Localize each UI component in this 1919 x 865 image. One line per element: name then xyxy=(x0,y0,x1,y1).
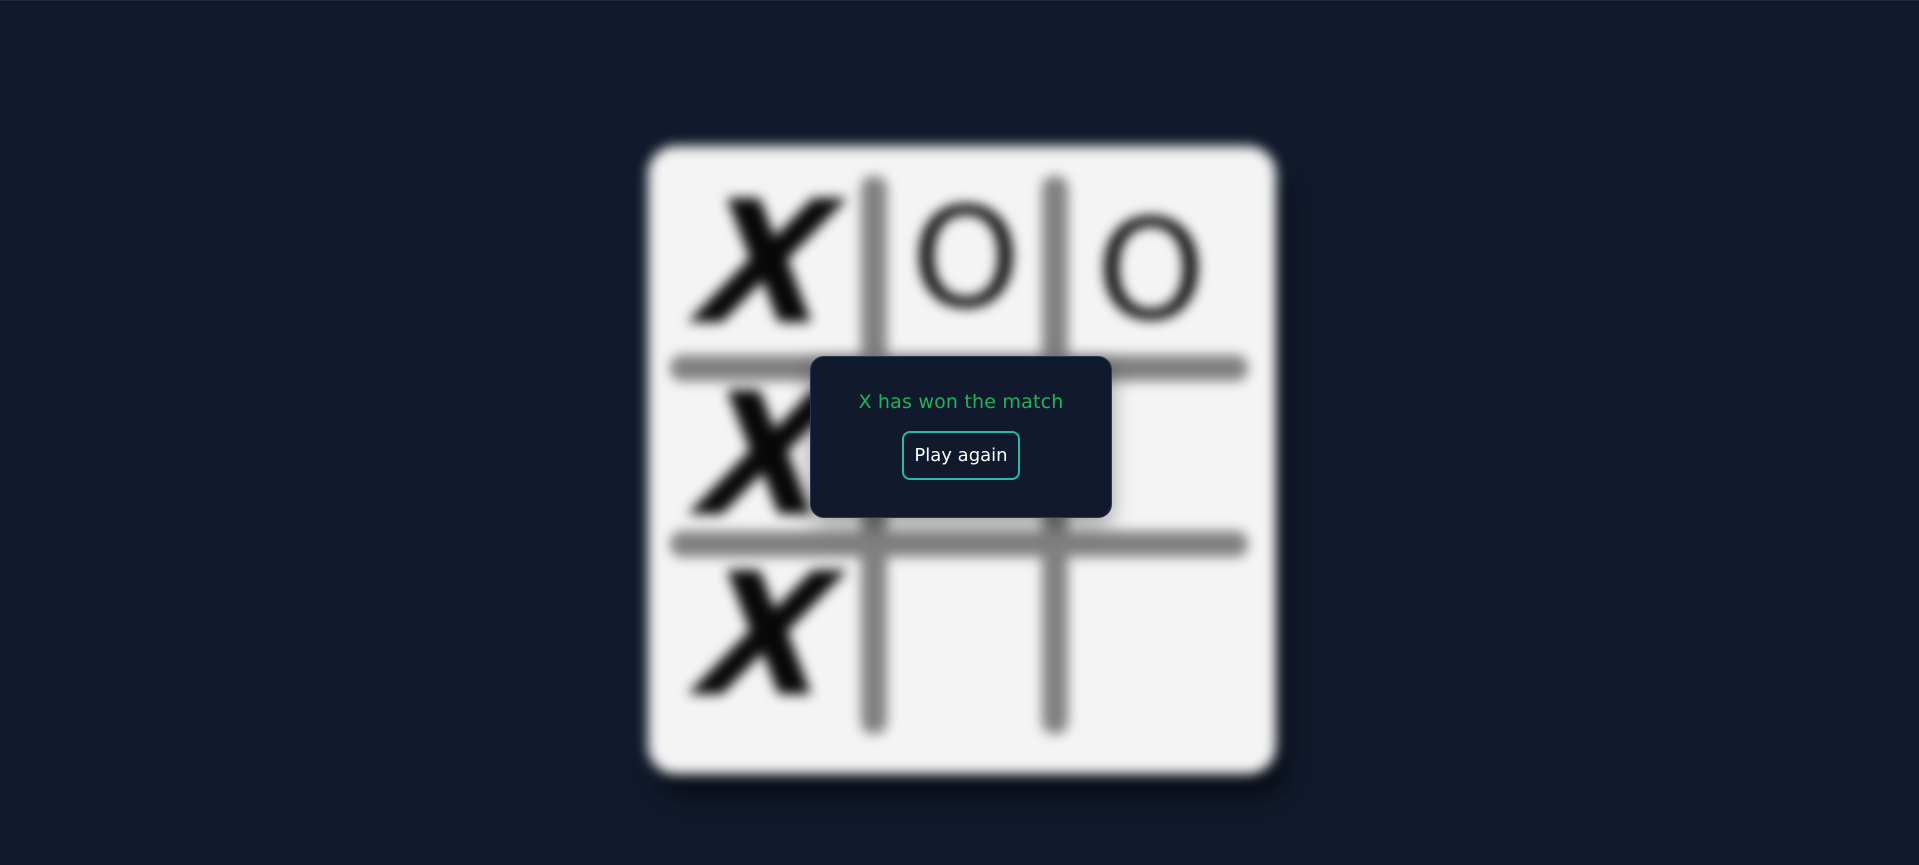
play-again-button[interactable]: Play again xyxy=(902,431,1020,480)
cell-0-1[interactable]: O xyxy=(876,168,1056,348)
cell-0-0[interactable]: X xyxy=(669,165,868,363)
top-edge xyxy=(0,0,1919,1)
cell-0-2[interactable]: O xyxy=(1061,180,1241,360)
cell-2-0[interactable]: X xyxy=(669,537,868,735)
cell-2-1[interactable] xyxy=(878,551,1058,731)
winner-message: X has won the match xyxy=(858,391,1064,413)
game-over-dialog: X has won the match Play again xyxy=(810,356,1112,518)
cell-2-2[interactable] xyxy=(1058,551,1238,731)
